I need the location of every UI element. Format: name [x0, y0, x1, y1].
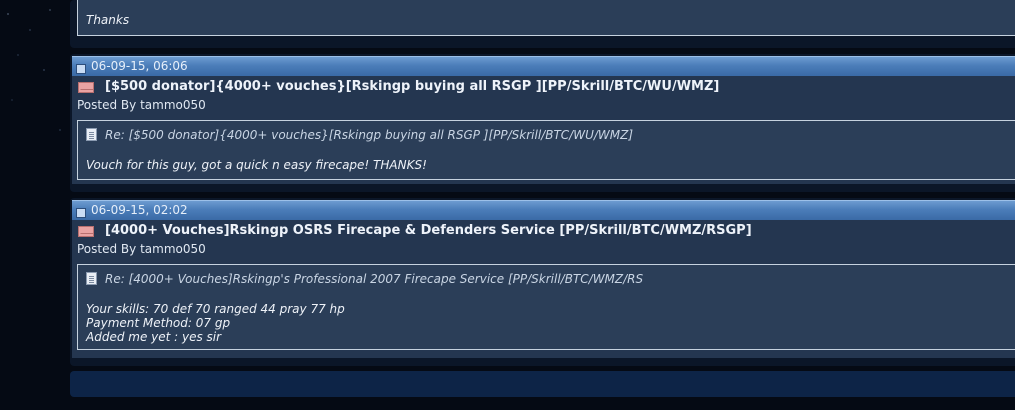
quote-box: Re: [$500 donator]{4000+ vouches}[Rsking…	[77, 120, 1015, 180]
posted-by: Posted By tammo050	[77, 242, 206, 256]
quote-reference: Re: [$500 donator]{4000+ vouches}[Rsking…	[105, 128, 634, 142]
posted-by: Posted By tammo050	[77, 98, 206, 112]
post-date-icon	[76, 64, 86, 74]
post-body: [4000+ Vouches]Rskingp OSRS Firecape & D…	[72, 220, 1015, 358]
posted-by-label: Posted By	[77, 98, 137, 112]
quote-text-line: Payment Method: 07 gp	[86, 316, 231, 330]
thread-title-link[interactable]: [4000+ Vouches]Rskingp OSRS Firecape & D…	[105, 223, 752, 238]
post-date-icon	[76, 208, 86, 218]
envelope-icon	[78, 82, 94, 93]
document-icon	[86, 128, 97, 141]
post-header: 06-09-15, 06:06	[72, 56, 1015, 76]
quote-reference: Re: [4000+ Vouches]Rskingp's Professiona…	[105, 272, 644, 286]
post-partial-top: Thanks	[70, 0, 1015, 48]
post-date: 06-09-15, 02:02	[91, 203, 188, 217]
starfield-background	[0, 0, 70, 410]
post-2: 06-09-15, 02:02 [4000+ Vouches]Rskingp O…	[70, 198, 1015, 366]
document-icon	[86, 272, 97, 285]
post-header: 06-09-15, 02:02	[72, 200, 1015, 220]
quote-text: Vouch for this guy, got a quick n easy f…	[86, 158, 427, 172]
quote-text-line: Added me yet : yes sir	[86, 330, 222, 344]
post-1: 06-09-15, 06:06 [$500 donator]{4000+ vou…	[70, 54, 1015, 192]
author-link[interactable]: tammo050	[140, 98, 206, 112]
thanks-text: Thanks	[86, 13, 130, 27]
quote-box: Thanks	[77, 0, 1015, 36]
footer-bar	[70, 371, 1015, 397]
quote-box: Re: [4000+ Vouches]Rskingp's Professiona…	[77, 264, 1015, 350]
thread-title-link[interactable]: [$500 donator]{4000+ vouches}[Rskingp bu…	[105, 79, 719, 94]
author-link[interactable]: tammo050	[140, 242, 206, 256]
post-body: [$500 donator]{4000+ vouches}[Rskingp bu…	[72, 76, 1015, 184]
quote-text-line: Your skills: 70 def 70 ranged 44 pray 77…	[86, 302, 345, 316]
posted-by-label: Posted By	[77, 242, 137, 256]
post-date: 06-09-15, 06:06	[91, 59, 188, 73]
envelope-icon	[78, 226, 94, 237]
